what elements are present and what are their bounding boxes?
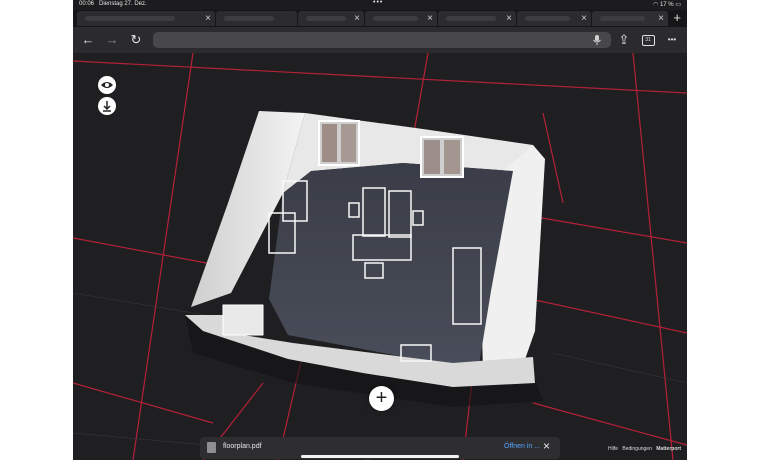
browser-tab[interactable]: × (438, 11, 516, 26)
wifi-icon: ◠ (653, 2, 659, 8)
tab-title-blurred (85, 16, 175, 21)
reload-button[interactable]: ↻ (127, 31, 145, 49)
browser-tab[interactable]: × (298, 11, 364, 26)
tab-close-icon[interactable]: × (354, 12, 360, 25)
tabs-count: 31 (641, 35, 655, 47)
share-button[interactable]: ⇪ (615, 31, 633, 49)
download-close-button[interactable]: × (543, 439, 550, 453)
tab-title-blurred (224, 16, 274, 21)
3d-dollhouse-viewer[interactable]: + (73, 53, 687, 460)
floor-selector-button[interactable] (98, 97, 116, 115)
browser-tab-active[interactable]: × (592, 11, 668, 26)
status-date: Dienstag 27. Dez. (99, 1, 147, 7)
tab-title-blurred (600, 16, 645, 21)
tab-close-icon[interactable]: × (205, 12, 211, 25)
more-menu-button[interactable]: ••• (663, 31, 681, 49)
status-time: 00:06 (79, 1, 95, 7)
battery-percent: 17 % (659, 2, 674, 8)
tab-title-blurred (525, 16, 570, 21)
eye-icon (101, 82, 113, 88)
help-link[interactable]: Hilfe (608, 446, 618, 452)
tab-close-icon[interactable]: × (581, 12, 587, 25)
matterport-logo[interactable]: Matterport (656, 446, 681, 452)
browser-tab[interactable]: × (517, 11, 591, 26)
multitasking-dots[interactable]: ••• (373, 0, 383, 6)
tab-title-blurred (373, 16, 418, 21)
download-file-name: floorplan.pdf (223, 443, 262, 450)
microphone-icon[interactable] (591, 34, 603, 46)
new-tab-button[interactable]: + (673, 10, 681, 26)
address-bar[interactable] (153, 32, 611, 48)
battery-icon: ▭ (675, 2, 681, 8)
tablet-screen: 00:06 Dienstag 27. Dez. ••• ◠ 17 % ▭ × ×… (73, 0, 687, 460)
terms-link[interactable]: Bedingungen (622, 446, 651, 452)
browser-toolbar: ← → ↻ ⇪ 31 ••• (73, 27, 687, 53)
tab-title-blurred (306, 16, 346, 21)
pdf-file-icon (207, 442, 216, 453)
add-button[interactable]: + (369, 386, 394, 411)
tab-close-icon[interactable]: × (427, 12, 433, 25)
back-button[interactable]: ← (79, 31, 97, 49)
open-in-button[interactable]: Öffnen in ... (504, 443, 540, 450)
browser-tab[interactable]: × (77, 11, 215, 26)
tab-close-icon[interactable]: × (506, 12, 512, 25)
tab-strip: × × × × × × + (73, 10, 687, 27)
browser-tab[interactable]: × (365, 11, 437, 26)
tab-close-icon[interactable]: × (658, 12, 664, 25)
tab-overview-button[interactable]: 31 (639, 31, 657, 49)
forward-button[interactable]: → (103, 31, 121, 49)
browser-tab[interactable] (216, 11, 297, 26)
status-indicators: ◠ 17 % ▭ (653, 1, 681, 8)
floor-down-icon (103, 101, 111, 112)
visibility-toggle-button[interactable] (98, 76, 116, 94)
footer-links: Hilfe Bedingungen Matterport (605, 446, 681, 452)
home-indicator (301, 455, 459, 458)
tab-title-blurred (446, 16, 496, 21)
status-bar: 00:06 Dienstag 27. Dez. ••• ◠ 17 % ▭ (73, 0, 687, 10)
